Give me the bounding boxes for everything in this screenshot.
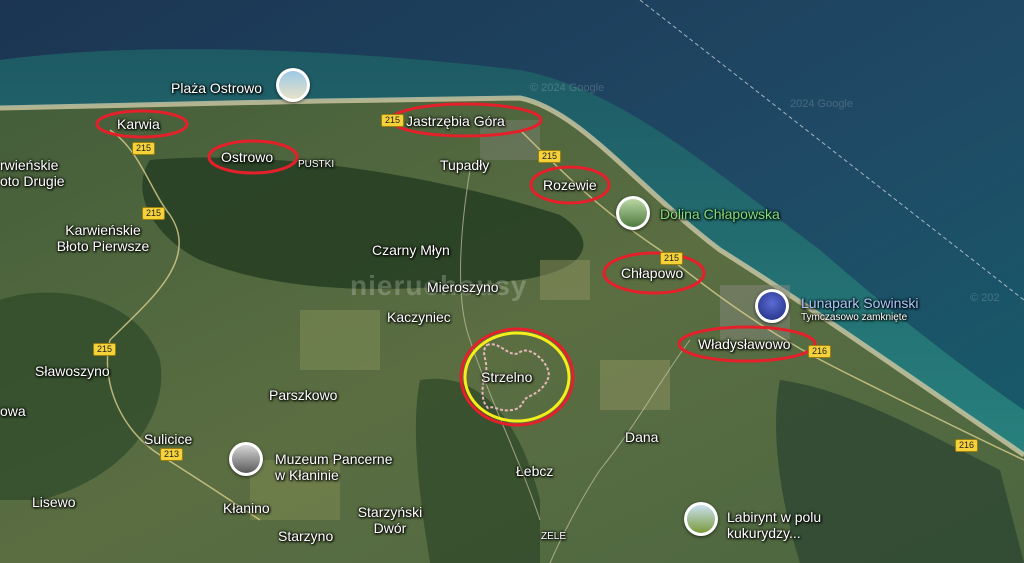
google-watermark: © 202 (970, 292, 1000, 304)
place-pustki[interactable]: PUSTKI (298, 159, 334, 171)
place-lunapark[interactable]: Lunapark Sowinski (801, 295, 919, 311)
road-shield-216: 216 (808, 345, 832, 358)
place-owa[interactable]: owa (0, 403, 26, 419)
place-parszkowo[interactable]: Parszkowo (269, 387, 337, 403)
maze-photo-pin[interactable] (684, 502, 718, 536)
road-shield-215: 215 (142, 207, 166, 220)
road-shield-215: 215 (381, 114, 405, 127)
place-labirynt[interactable]: Labirynt w polu kukurydzy... (727, 509, 847, 541)
valley-photo-icon (619, 199, 647, 227)
place-lebcz[interactable]: Łebcz (516, 463, 553, 479)
road-shield-215: 215 (660, 252, 684, 265)
road-shield-215: 215 (132, 142, 156, 155)
place-czarny-mlyn[interactable]: Czarny Młyn (372, 242, 450, 258)
field (300, 310, 380, 370)
place-wladyslawowo[interactable]: Władysławowo (698, 336, 791, 352)
place-zele[interactable]: ZELE (541, 531, 566, 543)
place-ostrowo[interactable]: Ostrowo (221, 149, 273, 165)
beach-photo-pin[interactable] (276, 68, 310, 102)
place-starzynski-dwor[interactable]: Starzyński Dwór (345, 504, 435, 536)
ferris-wheel-icon (758, 292, 786, 320)
place-mieroszyno[interactable]: Mieroszyno (427, 279, 499, 295)
lunapark-status: Tymczasowo zamknięte (801, 312, 908, 323)
google-watermark: 2024 Google (790, 98, 853, 110)
place-strzelno[interactable]: Strzelno (481, 369, 532, 385)
place-kaczyniec[interactable]: Kaczyniec (387, 309, 451, 325)
place-starzyno[interactable]: Starzyno (278, 528, 333, 544)
place-chlapowo[interactable]: Chłapowo (621, 265, 683, 281)
road-shield-216: 216 (955, 439, 979, 452)
place-plaza-ostrowo[interactable]: Plaża Ostrowo (171, 80, 262, 96)
valley-photo-pin[interactable] (616, 196, 650, 230)
tank-icon (232, 445, 260, 473)
place-muzeum-pancerne[interactable]: Muzeum Pancerne w Kłaninie (275, 451, 415, 483)
museum-photo-pin[interactable] (229, 442, 263, 476)
beach-photo-icon (279, 71, 307, 99)
place-jastrzebia-gora[interactable]: Jastrzębia Góra (406, 113, 505, 129)
place-dolina-chlapowska[interactable]: Dolina Chłapowska (660, 206, 780, 222)
field (540, 260, 590, 300)
place-tupadly[interactable]: Tupadły (440, 157, 489, 173)
place-karwia[interactable]: Karwia (117, 116, 160, 132)
road-shield-215: 215 (538, 150, 562, 163)
place-klanino[interactable]: Kłanino (223, 500, 270, 516)
place-slawoszyno[interactable]: Sławoszyno (35, 363, 110, 379)
place-karwienskie-pierwsze[interactable]: Karwieńskie Błoto Pierwsze (48, 222, 158, 254)
google-watermark: © 2024 Google (530, 82, 605, 94)
place-rozewie[interactable]: Rozewie (543, 177, 597, 193)
place-sulicice[interactable]: Sulicice (144, 431, 192, 447)
place-dana[interactable]: Dana (625, 429, 658, 445)
amusement-park-pin[interactable] (755, 289, 789, 323)
road-shield-215: 215 (93, 343, 117, 356)
cornfield-icon (687, 505, 715, 533)
place-karwienskie-drugie[interactable]: rwieńskie oto Drugie (0, 157, 70, 189)
place-lisewo[interactable]: Lisewo (32, 494, 76, 510)
road-shield-213: 213 (160, 448, 184, 461)
